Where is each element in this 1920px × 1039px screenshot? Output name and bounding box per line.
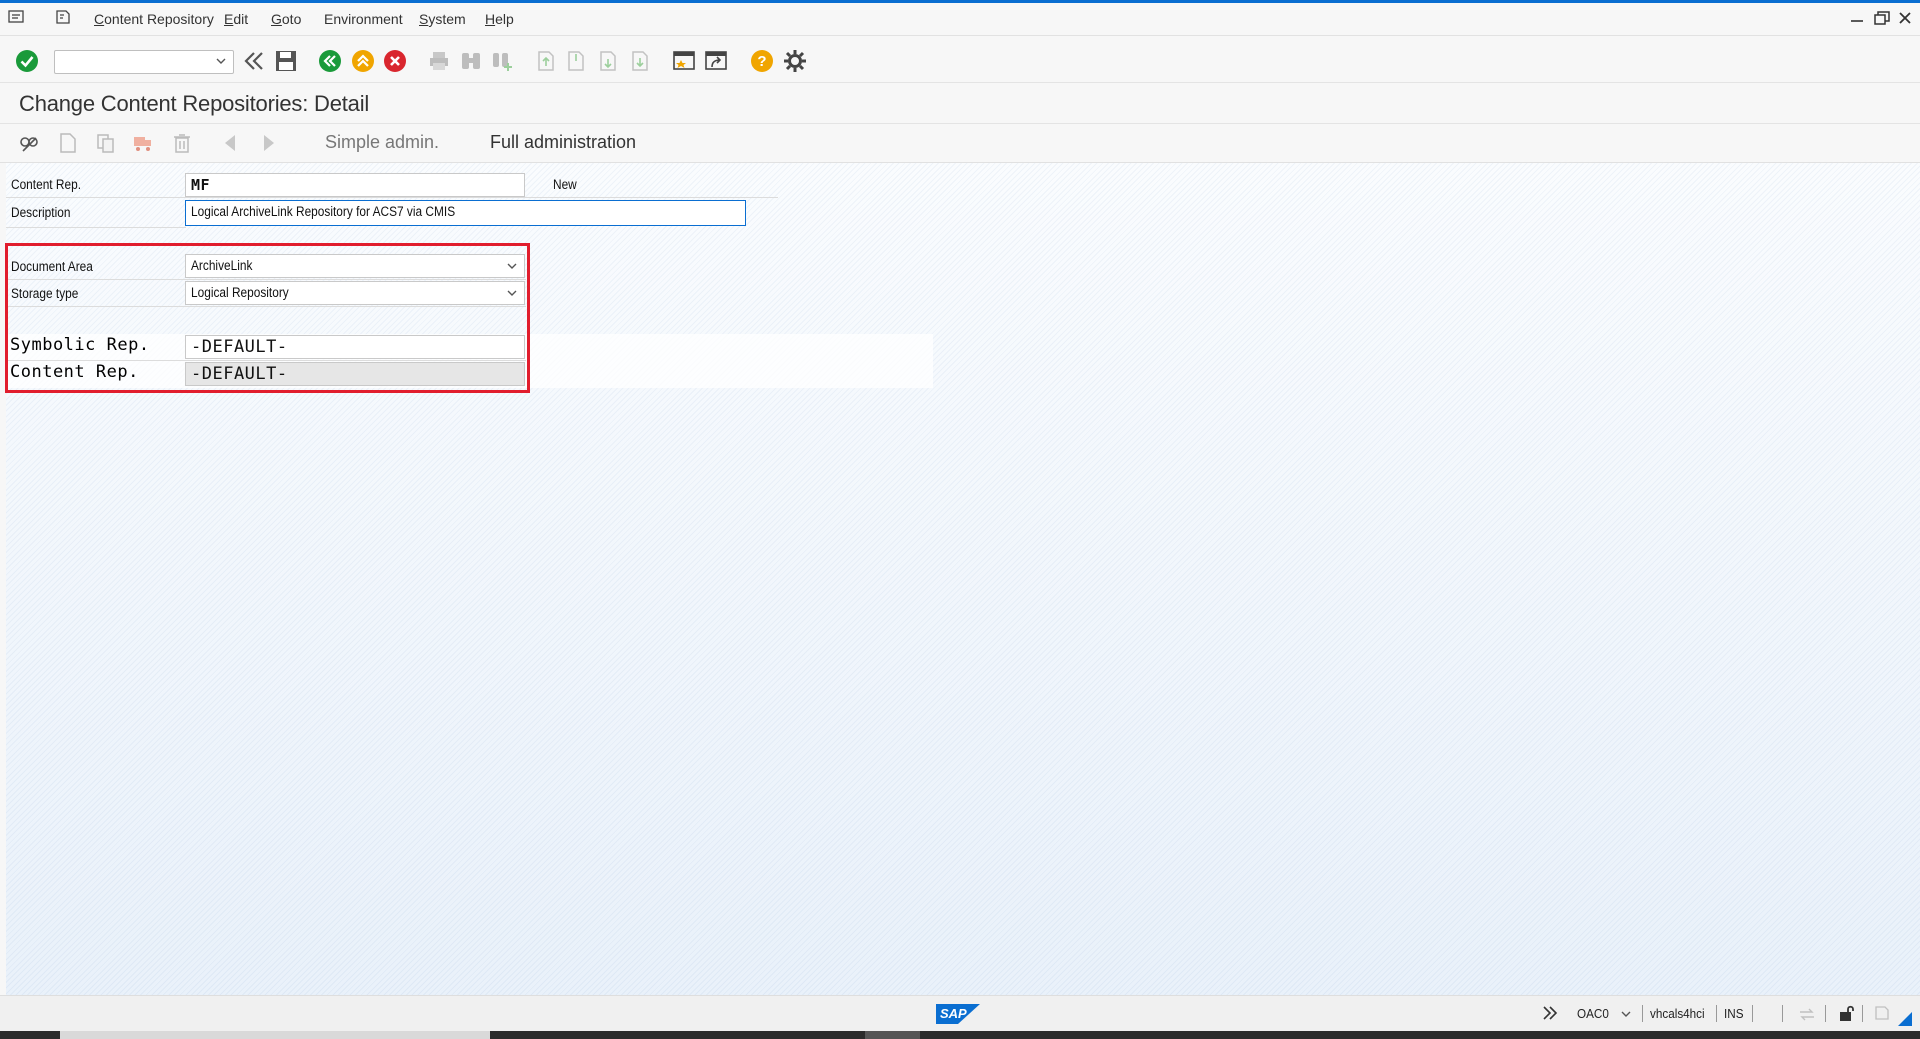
print-icon[interactable] — [427, 49, 451, 73]
sap-logo-icon: SAP — [936, 1004, 980, 1024]
status-separator — [1716, 1005, 1717, 1022]
back-icon[interactable] — [318, 49, 342, 73]
menu-system[interactable]: System — [419, 11, 466, 27]
title-bar: Change Content Repositories: Detail — [0, 83, 1920, 124]
create-document-icon[interactable] — [57, 132, 79, 154]
first-page-icon[interactable] — [534, 49, 558, 73]
description-input[interactable]: Logical ArchiveLink Repository for ACS7 … — [185, 200, 746, 226]
close-icon[interactable] — [1898, 11, 1912, 25]
previous-page-icon[interactable] — [564, 49, 588, 73]
enter-checkmark-icon[interactable] — [15, 49, 39, 73]
help-icon[interactable]: ? — [750, 49, 774, 73]
status-new-text: New — [553, 177, 577, 192]
menu-goto[interactable]: Goto — [271, 11, 301, 27]
full-administration-button[interactable]: Full administration — [490, 132, 636, 153]
last-page-icon[interactable] — [628, 49, 652, 73]
status-separator — [1825, 1005, 1826, 1022]
display-change-icon[interactable] — [18, 132, 40, 154]
lock-icon[interactable] — [1838, 1004, 1856, 1022]
row-divider — [6, 227, 186, 228]
input-mode: INS — [1724, 1006, 1744, 1021]
content-rep-input[interactable]: MF — [185, 173, 525, 197]
menu-content-repository[interactable]: Content Repository — [94, 11, 214, 27]
restore-icon[interactable] — [1874, 11, 1890, 25]
layout-menu-icon[interactable] — [54, 9, 72, 25]
window-menu-icon[interactable] — [8, 9, 26, 25]
chevron-down-icon[interactable] — [1620, 1008, 1632, 1020]
copy-icon[interactable] — [95, 132, 117, 154]
page-title: Change Content Repositories: Detail — [19, 91, 370, 116]
simple-admin-button[interactable]: Simple admin. — [325, 132, 439, 153]
double-chevron-left-icon[interactable] — [242, 49, 266, 73]
create-session-icon[interactable] — [672, 49, 696, 73]
find-next-icon[interactable] — [490, 49, 514, 73]
status-separator — [1782, 1005, 1783, 1022]
cancel-icon[interactable] — [383, 49, 407, 73]
command-field[interactable] — [54, 50, 234, 74]
exit-icon[interactable] — [351, 49, 375, 73]
save-icon[interactable] — [274, 49, 298, 73]
taskbar-segment — [60, 1031, 490, 1039]
status-separator — [1642, 1005, 1643, 1022]
next-page-icon[interactable] — [596, 49, 620, 73]
content-rep-label: Content Rep. — [11, 177, 82, 192]
standard-toolbar: ? — [0, 36, 1920, 83]
menu-bar: Content Repository Edit Goto Environment… — [0, 3, 1920, 36]
settings-gear-icon[interactable] — [783, 49, 807, 73]
highlight-annotation-box — [5, 243, 530, 393]
svg-text:SAP: SAP — [940, 1006, 967, 1021]
next-entry-icon[interactable] — [257, 132, 279, 154]
minimize-icon[interactable] — [1850, 13, 1864, 23]
transfer-icon — [1800, 1008, 1814, 1021]
status-separator — [1752, 1005, 1753, 1022]
server-name: vhcals4hci — [1650, 1006, 1705, 1021]
menu-edit[interactable]: Edit — [224, 11, 248, 27]
delete-trash-icon[interactable] — [171, 132, 193, 154]
svg-text:?: ? — [757, 53, 766, 70]
layout-icon[interactable] — [1873, 1005, 1891, 1021]
resize-handle-icon[interactable] — [1898, 1012, 1912, 1026]
application-toolbar: Simple admin. Full administration — [0, 124, 1920, 163]
find-icon[interactable] — [459, 49, 483, 73]
chevron-down-icon[interactable] — [215, 55, 227, 67]
status-bar: SAP OAC0 vhcals4hci INS — [0, 995, 1920, 1032]
transport-icon[interactable] — [132, 132, 154, 154]
menu-environment[interactable]: Environment — [324, 11, 403, 27]
transaction-code: OAC0 — [1577, 1006, 1609, 1021]
os-taskbar — [0, 1031, 1920, 1039]
description-label: Description — [11, 205, 71, 220]
previous-entry-icon[interactable] — [220, 132, 242, 154]
row-divider — [6, 197, 778, 198]
double-chevron-right-icon[interactable] — [1541, 1005, 1559, 1021]
status-separator — [1862, 1005, 1863, 1022]
shortcut-icon[interactable] — [704, 49, 728, 73]
menu-help[interactable]: Help — [485, 11, 514, 27]
taskbar-segment — [865, 1031, 920, 1039]
